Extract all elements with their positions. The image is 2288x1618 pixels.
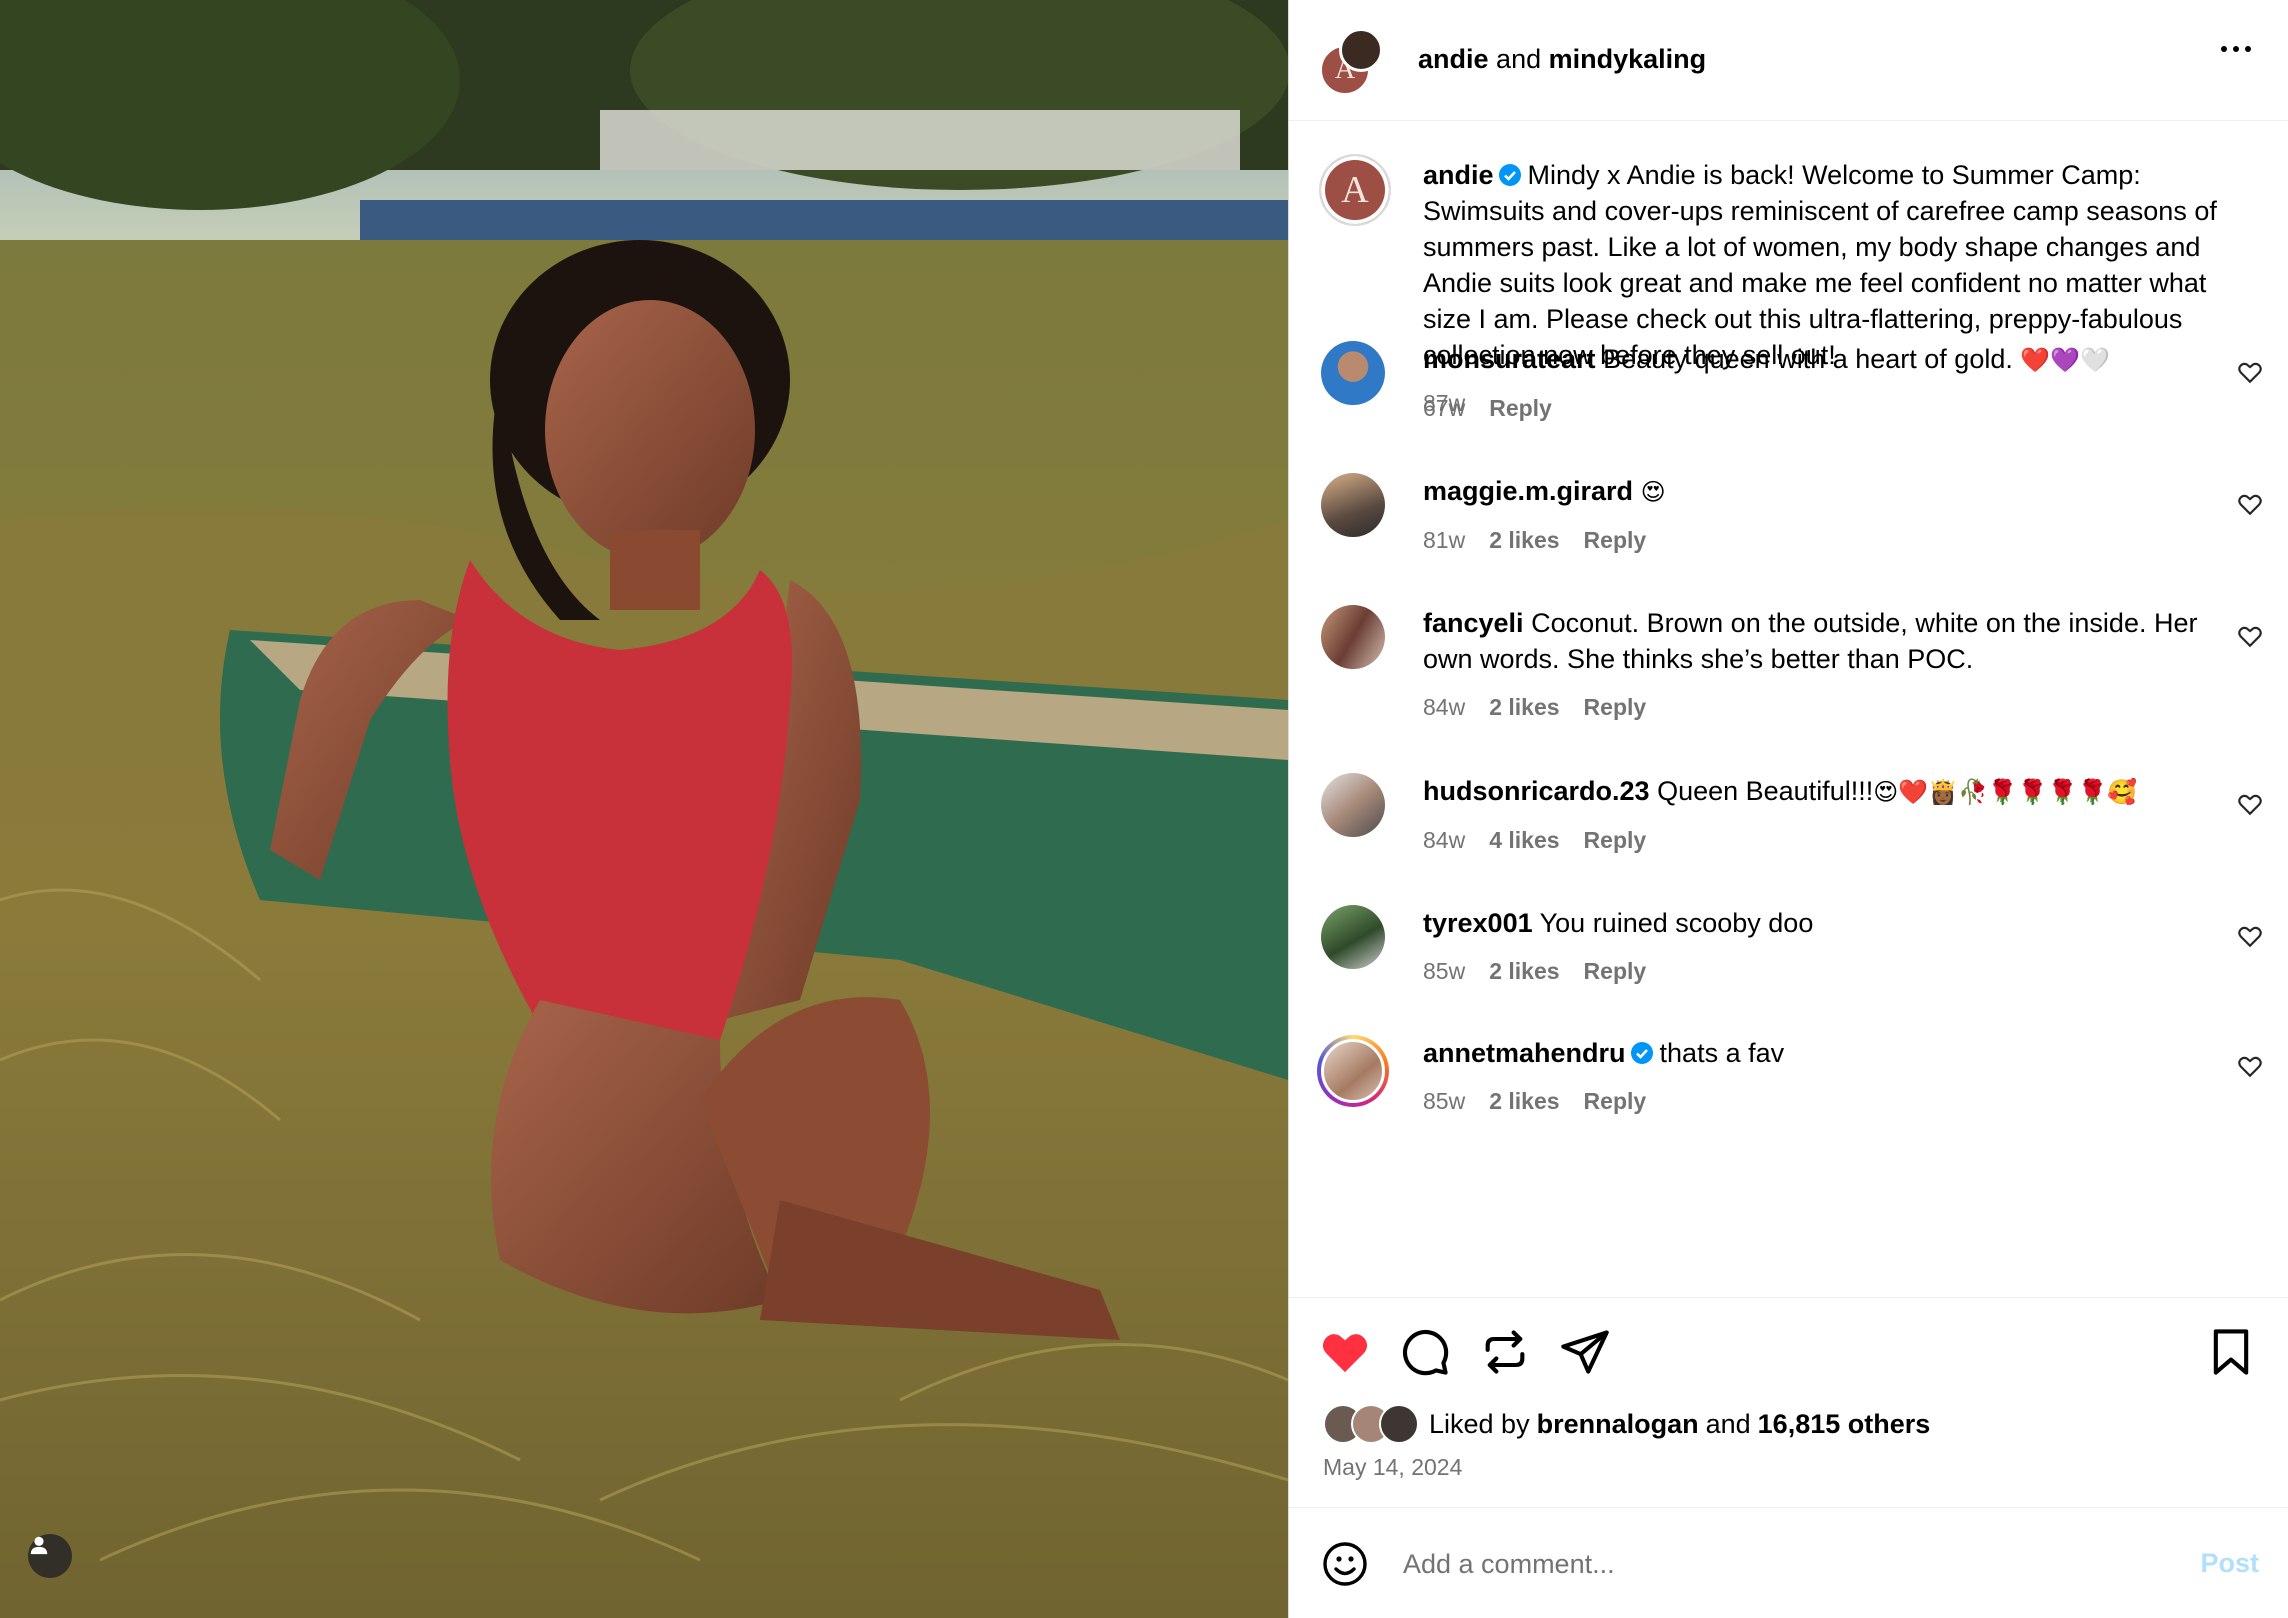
commenter-avatar[interactable] <box>1321 341 1385 405</box>
avatar-mindykaling[interactable] <box>1339 28 1383 72</box>
comment-input[interactable] <box>1401 1538 2105 1590</box>
verified-badge-icon <box>1498 164 1521 186</box>
liker-username[interactable]: brennalogan <box>1537 1409 1699 1440</box>
like-comment-icon[interactable] <box>2237 1053 2263 1079</box>
commenter-avatar[interactable] <box>1321 605 1385 669</box>
verified-badge-icon <box>1630 1042 1653 1064</box>
comment-emoji: 😍❤️👸🏾🥀🌹🌹🌹🌹🥰 <box>1873 778 2138 806</box>
caption-text: Mindy x Andie is back! Welcome to Summer… <box>1423 160 2217 370</box>
post-authors: andie and mindykaling <box>1418 44 1706 75</box>
authors-joiner: and <box>1496 44 1542 74</box>
post-comment-button[interactable]: Post <box>2200 1548 2259 1579</box>
heart-filled-icon[interactable] <box>1319 1326 1371 1378</box>
comment-username[interactable]: hudsonricardo.23 <box>1423 776 1650 806</box>
comment-likes[interactable]: 4 likes <box>1489 827 1559 853</box>
emoji-picker-icon[interactable] <box>1321 1540 1369 1588</box>
comment-text: Coconut. Brown on the outside, white on … <box>1423 608 2198 674</box>
comment-likes[interactable]: 2 likes <box>1489 527 1559 553</box>
commenter-avatar[interactable] <box>1321 473 1385 537</box>
more-options-icon[interactable] <box>2221 46 2251 52</box>
comments-list[interactable]: A andie Mindy x Andie is back! Welcome to… <box>1289 121 2288 1297</box>
brand-logo-mark: A <box>1341 169 1369 211</box>
comment-username[interactable]: monsurateart <box>1423 344 1596 374</box>
person-icon <box>30 1536 48 1555</box>
like-comment-icon[interactable] <box>2237 491 2263 517</box>
likes-joiner: and <box>1705 1408 1751 1439</box>
comment-text: Queen Beautiful!!! <box>1657 776 1874 806</box>
comment-username[interactable]: maggie.m.girard <box>1423 476 1633 506</box>
likes-summary: Liked by brennalogan and 16,815 others <box>1323 1404 1930 1444</box>
comment-time: 84w <box>1423 694 1466 720</box>
comment-time: 85w <box>1423 958 1466 984</box>
post-actions: Liked by brennalogan and 16,815 others M… <box>1289 1297 2288 1507</box>
photo-illustration <box>0 0 1288 1618</box>
reply-button[interactable]: Reply <box>1584 958 1647 984</box>
post-header: A andie and mindykaling <box>1289 0 2288 121</box>
post-date[interactable]: May 14, 2024 <box>1323 1454 1462 1481</box>
comment-emoji: ❤️💜🤍 <box>2020 346 2111 374</box>
reply-button[interactable]: Reply <box>1584 694 1647 720</box>
reply-button[interactable]: Reply <box>1584 527 1647 553</box>
comment-likes[interactable]: 2 likes <box>1489 1088 1559 1114</box>
comment-username[interactable]: fancyeli <box>1423 608 1524 638</box>
post-detail-panel: A andie and mindykaling A andie Mindy x A… <box>1288 0 2288 1618</box>
likes-count[interactable]: 16,815 others <box>1758 1409 1931 1440</box>
caption-username[interactable]: andie <box>1423 160 1494 190</box>
comment-username[interactable]: annetmahendru <box>1423 1038 1626 1068</box>
like-comment-icon[interactable] <box>2237 359 2263 385</box>
like-comment-icon[interactable] <box>2237 923 2263 949</box>
comment-username[interactable]: tyrex001 <box>1423 908 1533 938</box>
caption-avatar[interactable]: A <box>1319 154 1391 226</box>
liker-avatars[interactable] <box>1323 1404 1419 1444</box>
add-comment-bar: Post <box>1289 1507 2288 1618</box>
author-link[interactable]: andie <box>1418 44 1489 74</box>
commenter-avatar[interactable] <box>1321 773 1385 837</box>
reply-button[interactable]: Reply <box>1584 827 1647 853</box>
like-comment-icon[interactable] <box>2237 791 2263 817</box>
comment-emoji: 😍 <box>1640 478 1666 506</box>
comment-icon[interactable] <box>1399 1326 1451 1378</box>
comment-text: Beauty queen with a heart of gold. <box>1603 344 2021 374</box>
post-photo[interactable] <box>0 0 1288 1618</box>
comment-time: 85w <box>1423 1088 1466 1114</box>
collab-avatars[interactable]: A <box>1319 28 1389 98</box>
comment-time: 84w <box>1423 827 1466 853</box>
comment-likes[interactable]: 2 likes <box>1489 694 1559 720</box>
reply-button[interactable]: Reply <box>1584 1088 1647 1114</box>
repost-icon[interactable] <box>1479 1326 1531 1378</box>
like-comment-icon[interactable] <box>2237 623 2263 649</box>
comment-text: thats a fav <box>1659 1038 1785 1068</box>
commenter-avatar-story-ring[interactable] <box>1317 1035 1389 1107</box>
comment-text: You ruined scooby doo <box>1539 908 1814 938</box>
share-send-icon[interactable] <box>1559 1326 1611 1378</box>
comment-time: 67w <box>1423 395 1466 421</box>
tagged-users-button[interactable] <box>28 1534 72 1578</box>
comment-likes[interactable]: 2 likes <box>1489 958 1559 984</box>
comment-time: 81w <box>1423 527 1466 553</box>
reply-button[interactable]: Reply <box>1489 395 1552 421</box>
liked-by-label: Liked by <box>1429 1408 1530 1439</box>
collaborator-link[interactable]: mindykaling <box>1549 44 1707 74</box>
bookmark-icon[interactable] <box>2205 1326 2257 1378</box>
commenter-avatar[interactable] <box>1321 905 1385 969</box>
